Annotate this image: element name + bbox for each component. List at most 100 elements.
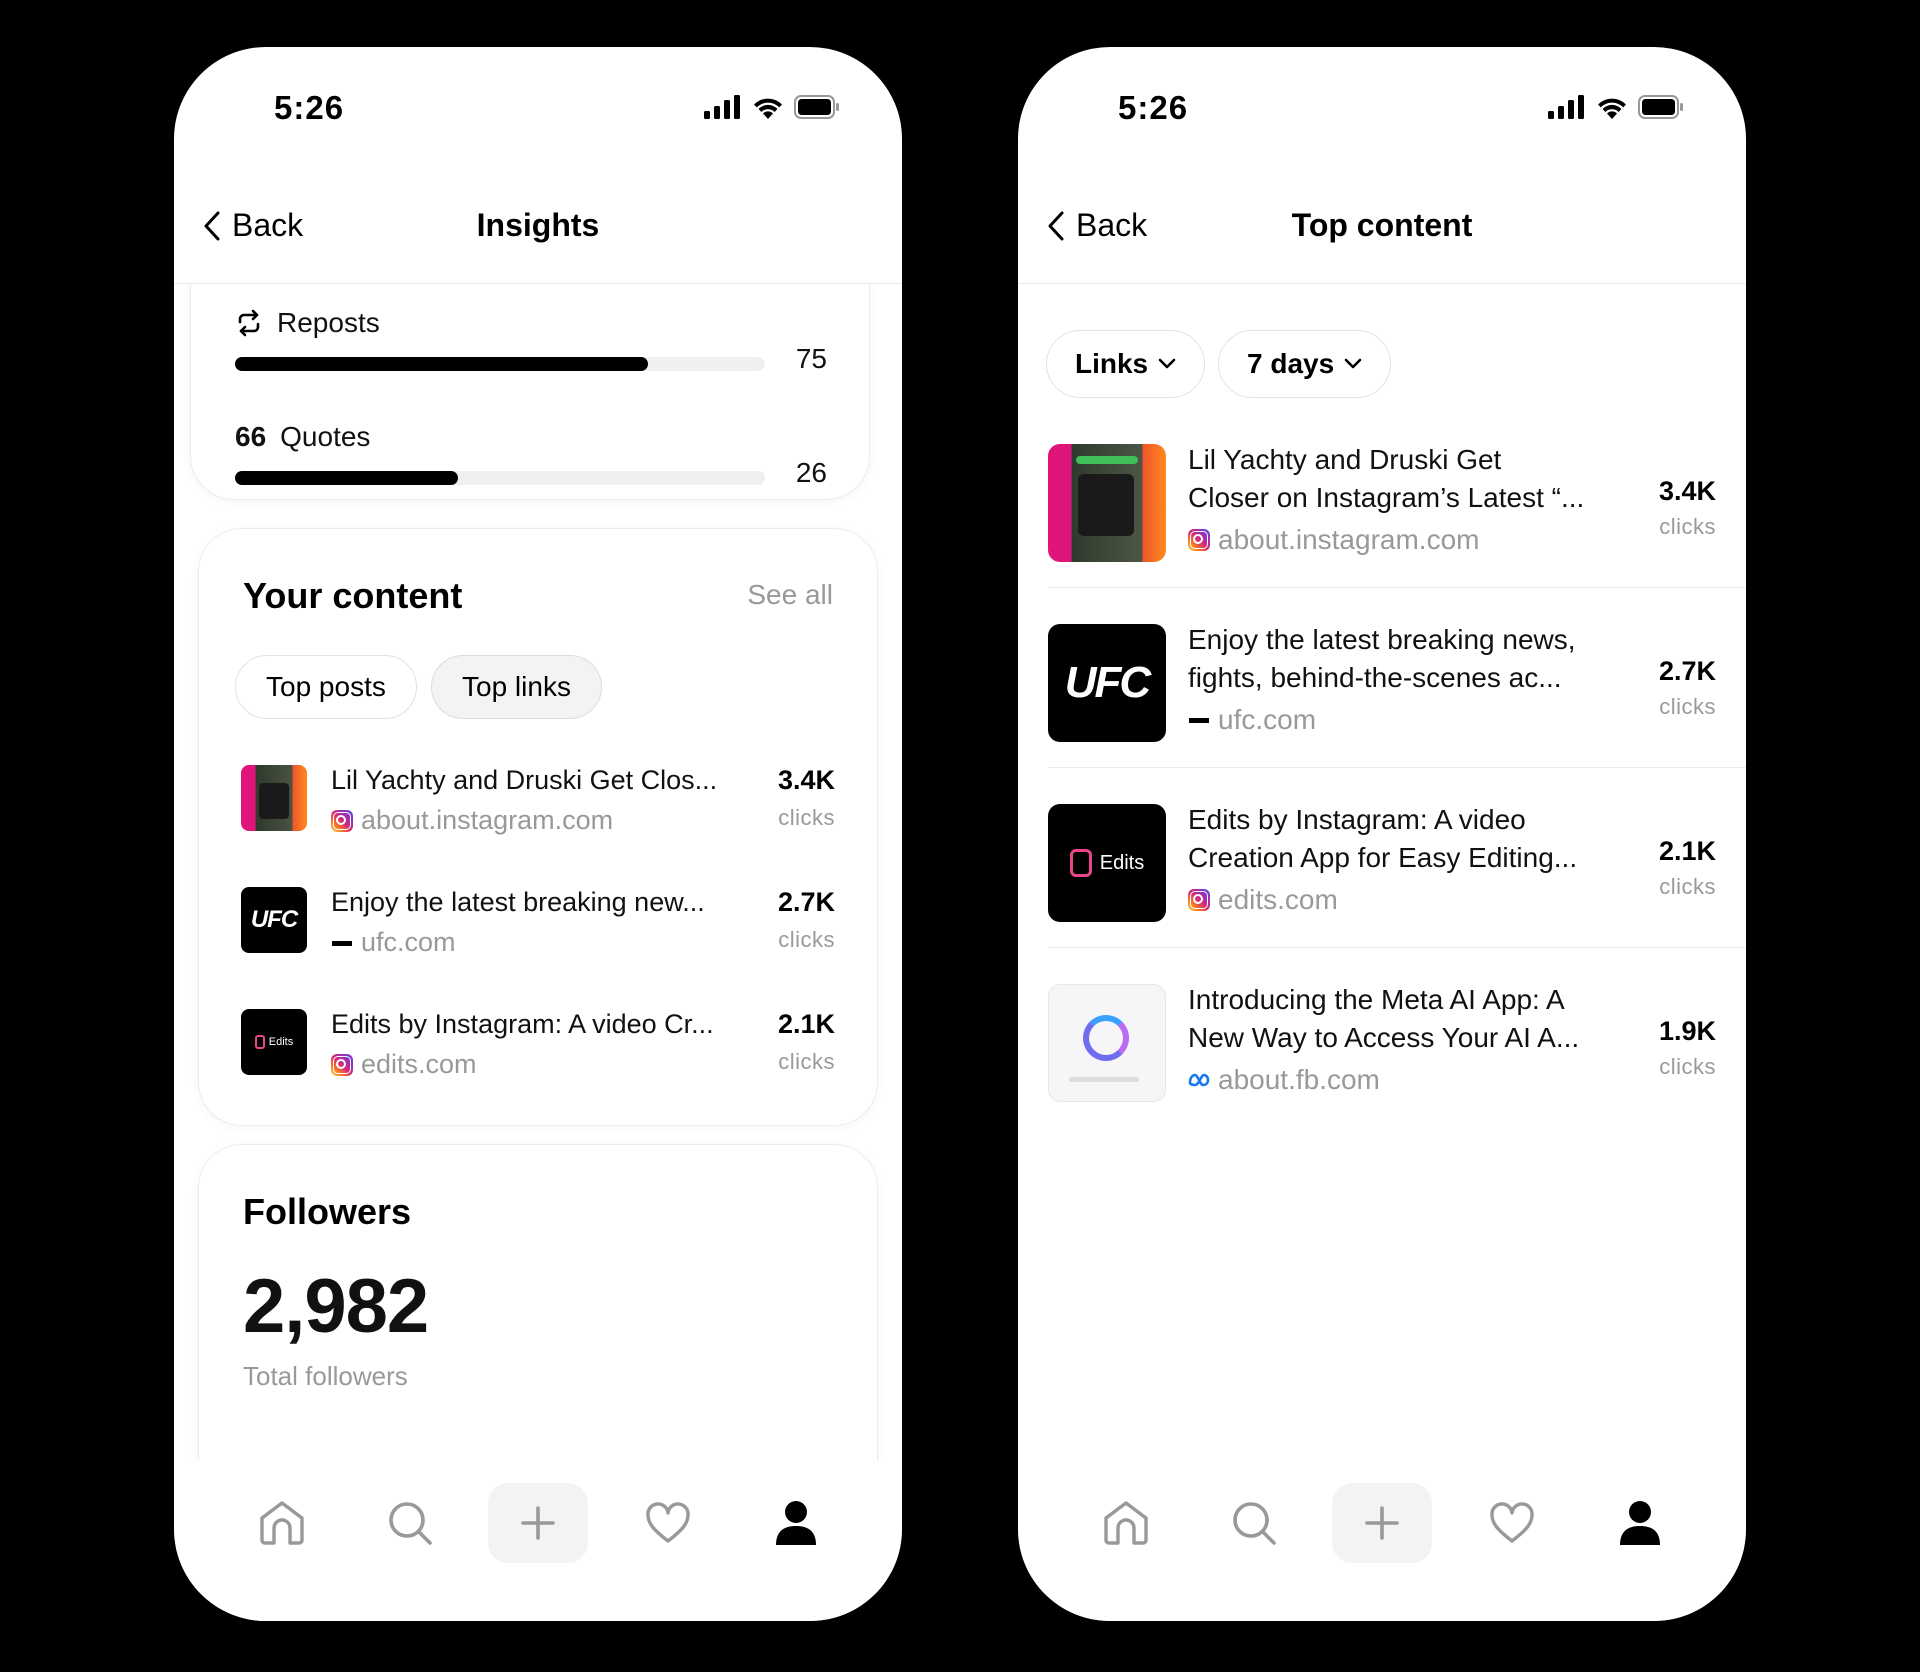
date-range-label: 7 days [1247, 348, 1335, 379]
reposts-label: Reposts [235, 307, 380, 339]
link-domain: ufc.com [331, 927, 456, 958]
top-content-row[interactable]: Lil Yachty and Druski Get Closer on Inst… [1048, 408, 1746, 588]
tab-bar [174, 1461, 902, 1621]
meta-ai-screenshot [1048, 984, 1166, 1102]
tab-create[interactable] [488, 1483, 588, 1563]
search-icon [389, 1502, 432, 1545]
content-domain: about.instagram.com [1188, 524, 1479, 556]
meta-icon [1188, 1073, 1210, 1087]
content-domain: edits.com [1188, 884, 1338, 916]
click-count: 2.1K [777, 1009, 835, 1039]
wifi-icon [1598, 98, 1626, 119]
ufc-icon [331, 932, 353, 954]
tab-home[interactable] [1076, 1483, 1176, 1563]
quotes-text: Quotes [280, 421, 371, 452]
content-title-line2: New Way to Access Your AI A... [1188, 1022, 1580, 1053]
ufc-icon [1188, 709, 1210, 731]
content-type-dropdown[interactable]: Links [1046, 330, 1206, 398]
tab-profile[interactable] [1590, 1483, 1690, 1563]
link-title: Enjoy the latest breaking new... [331, 887, 705, 917]
profile-icon [1620, 1501, 1660, 1545]
status-bar: 5:26 [174, 47, 902, 167]
link-row[interactable]: Edits Edits by Instagram: A video Cr... … [241, 1009, 835, 1079]
domain-text: about.fb.com [1218, 1064, 1380, 1095]
your-content-title: Your content [243, 575, 463, 616]
tab-home[interactable] [232, 1483, 332, 1563]
link-title: Edits by Instagram: A video Cr... [331, 1009, 714, 1039]
chevron-down-icon [1344, 358, 1362, 369]
domain-text: ufc.com [361, 927, 456, 957]
back-button[interactable]: Back [1048, 207, 1147, 244]
instagram-reel-thumbnail [241, 765, 307, 831]
followers-total: 2,982 [243, 1264, 429, 1349]
edits-logo: Edits [1048, 804, 1166, 922]
activity-heart-icon [1490, 1502, 1534, 1543]
click-unit: clicks [1659, 874, 1716, 899]
tab-top-posts[interactable]: Top posts [235, 655, 417, 719]
domain-text: about.instagram.com [361, 805, 614, 835]
tab-search[interactable] [360, 1483, 460, 1563]
tab-top-links[interactable]: Top links [431, 655, 602, 719]
tab-profile[interactable] [746, 1483, 846, 1563]
quotes-label: 66 Quotes [235, 421, 370, 453]
top-content-scroll-area[interactable]: Links 7 days Lil Yachty and Druski Get C… [1018, 284, 1746, 1461]
date-range-dropdown[interactable]: 7 days [1218, 330, 1392, 398]
status-icons [704, 95, 840, 119]
followers-card: Followers 2,982 Total followers [198, 1144, 878, 1461]
tab-create[interactable] [1332, 1483, 1432, 1563]
content-title-line1: Lil Yachty and Druski Get [1188, 444, 1502, 475]
battery-icon [1638, 95, 1683, 119]
click-unit: clicks [778, 927, 835, 952]
tab-search[interactable] [1204, 1483, 1304, 1563]
home-icon [260, 1501, 304, 1545]
tab-activity[interactable] [618, 1483, 718, 1563]
top-content-screen: 5:26 Back Top content Links 7 days Lil Y… [1018, 47, 1746, 1621]
edits-mark-icon [254, 1035, 265, 1049]
content-title-line2: fights, behind-the-scenes ac... [1188, 662, 1562, 693]
status-bar: 5:26 [1018, 47, 1746, 167]
status-time: 5:26 [1118, 89, 1189, 126]
battery-icon [794, 95, 839, 119]
instagram-icon [331, 809, 353, 832]
content-title-line2: Closer on Instagram’s Latest “... [1188, 482, 1585, 513]
edits-logo: Edits [241, 1009, 307, 1075]
search-icon [1233, 1502, 1276, 1545]
click-unit: clicks [1659, 1054, 1716, 1079]
link-row[interactable]: Lil Yachty and Druski Get Clos... about.… [241, 765, 835, 835]
reposts-bar-fill [235, 357, 649, 371]
status-time: 5:26 [274, 89, 345, 126]
quote-icon: 66 [235, 421, 267, 452]
reposts-text: Reposts [277, 307, 380, 338]
repost-icon [238, 309, 260, 337]
insights-scroll-area[interactable]: Reposts 75 66 Quotes 26 Your content See… [174, 284, 902, 1461]
link-row[interactable]: UFC Enjoy the latest breaking new... ufc… [241, 887, 835, 957]
click-unit: clicks [1659, 694, 1716, 719]
quotes-bar-fill [235, 471, 458, 485]
top-content-row[interactable]: UFC Enjoy the latest breaking news, figh… [1048, 588, 1746, 768]
reposts-bar [235, 357, 765, 371]
interactions-card: Reposts 75 66 Quotes 26 [190, 284, 870, 500]
see-all-link[interactable]: See all [747, 579, 833, 611]
activity-heart-icon [646, 1502, 690, 1543]
top-content-row[interactable]: Introducing the Meta AI App: A New Way t… [1048, 948, 1746, 1128]
nav-header: Back Insights [174, 177, 902, 284]
edits-logo-text: Edits [1099, 851, 1145, 874]
tab-activity[interactable] [1462, 1483, 1562, 1563]
status-icons [1548, 95, 1684, 119]
wifi-icon [754, 98, 782, 119]
chevron-left-icon [204, 211, 220, 240]
top-content-row[interactable]: Edits Edits by Instagram: A video Creati… [1048, 768, 1746, 948]
back-label: Back [232, 207, 304, 243]
signal-icon [704, 95, 740, 119]
click-count: 2.7K [1658, 656, 1716, 686]
back-button[interactable]: Back [204, 207, 303, 244]
domain-text: edits.com [361, 1049, 477, 1079]
profile-icon [776, 1501, 816, 1545]
content-domain: about.fb.com [1188, 1064, 1380, 1096]
content-title-line1: Introducing the Meta AI App: A [1188, 984, 1565, 1015]
instagram-icon [331, 1053, 353, 1076]
ufc-logo-text: UFC [1064, 658, 1151, 707]
followers-title: Followers [243, 1191, 412, 1232]
home-icon [1104, 1501, 1148, 1545]
nav-header: Back Top content [1018, 177, 1746, 284]
